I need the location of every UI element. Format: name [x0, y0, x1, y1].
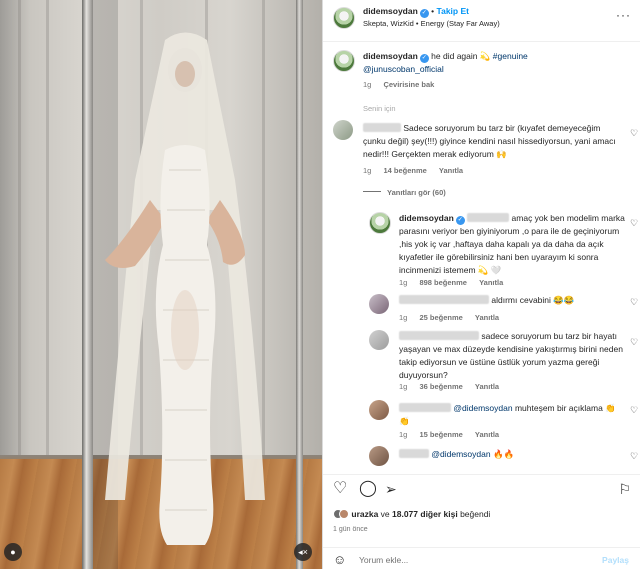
avatar[interactable]	[369, 294, 389, 314]
caption-username[interactable]: didemsoydan	[363, 51, 418, 61]
reply-body: @didemsoydan 🔥🔥	[399, 448, 625, 461]
reply-button[interactable]: Yanıtla	[479, 278, 503, 287]
curtain-fold	[18, 0, 21, 470]
reply-likes[interactable]: 15 beğenme	[419, 430, 462, 439]
more-dots-icon[interactable]: ···	[616, 8, 631, 22]
comment-icon[interactable]: ◯	[359, 481, 377, 497]
blurred-username[interactable]	[399, 449, 429, 458]
post-panel: didemsoydan ✓ • Takip Et Skepta, WizKid •…	[322, 0, 640, 569]
caption: didemsoydan ✓ he did again 💫 #genuine @ju…	[363, 50, 623, 76]
reply-button[interactable]: Yanıtla	[439, 166, 463, 175]
reply-button[interactable]: Yanıtla	[475, 382, 499, 391]
mention-link[interactable]: @junuscoban_official	[363, 64, 444, 74]
reply-body: sadece soruyorum bu tarz bir hayatı yaşa…	[399, 330, 625, 382]
comment-meta: 1g 14 beğenme Yanıtla	[363, 166, 463, 175]
bookmark-icon[interactable]: ⚐	[618, 481, 631, 497]
metal-pole	[82, 0, 93, 569]
add-comment-bar: ☺ Yorum ekle... Paylaş	[323, 547, 640, 569]
post-time[interactable]: 1 gün önce	[333, 526, 368, 533]
reply-meta: 1g 15 beğenme Yanıtla	[399, 430, 499, 439]
emoji-icon[interactable]: ☺	[333, 552, 346, 567]
comment-time[interactable]: 1g	[363, 166, 371, 175]
caption-meta: 1g Çevirisine bak	[363, 80, 434, 89]
section-label: Senin için	[363, 104, 396, 113]
separator-dot: •	[431, 6, 435, 16]
blurred-username[interactable]	[399, 295, 489, 304]
heart-icon[interactable]: ♡	[333, 481, 347, 497]
verified-badge-icon: ✓	[419, 9, 429, 18]
mention-link[interactable]: @didemsoydan	[453, 403, 512, 413]
reply-likes[interactable]: 36 beğenme	[419, 382, 462, 391]
reply-body: @didemsoydan muhteşem bir açıklama 👏👏	[399, 402, 625, 428]
blurred-username[interactable]	[399, 403, 451, 412]
audio-track[interactable]: Skepta, WizKid • Energy (Stay Far Away)	[363, 19, 500, 28]
verified-badge-icon: ✓	[419, 54, 429, 63]
reply-button[interactable]: Yanıtla	[475, 313, 499, 322]
share-icon[interactable]: ➢	[385, 481, 397, 497]
avatar[interactable]	[369, 212, 391, 234]
reply-likes[interactable]: 898 beğenme	[419, 278, 467, 287]
reply-username[interactable]: didemsoydan	[399, 213, 454, 223]
post-media[interactable]: ● ◂×	[0, 0, 322, 569]
avatar[interactable]	[369, 330, 389, 350]
mention-link[interactable]: @didemsoydan	[431, 449, 490, 459]
view-replies-label[interactable]: Yanıtları gör (60)	[387, 188, 446, 197]
avatar[interactable]	[369, 446, 389, 466]
mute-icon[interactable]: ◂×	[294, 543, 312, 561]
author-username[interactable]: didemsoydan	[363, 6, 418, 16]
likes-suffix: beğendi	[457, 509, 491, 519]
likes-summary: urazka ve 18.077 diğer kişi beğendi	[333, 509, 490, 519]
reply-text: aldırmı cevabini 😂😂	[491, 295, 575, 305]
liker-avatar	[339, 509, 349, 519]
model-figure	[105, 32, 265, 545]
heart-icon[interactable]: ♡	[630, 298, 639, 307]
heart-icon[interactable]: ♡	[630, 129, 639, 138]
reply-meta: 1g 898 beğenme Yanıtla	[399, 278, 503, 287]
reply-likes[interactable]: 25 beğenme	[419, 313, 462, 322]
caption-text: he did again 💫	[431, 51, 493, 61]
reply-time[interactable]: 1g	[399, 278, 407, 287]
heart-icon[interactable]: ♡	[630, 219, 639, 228]
metal-pole	[296, 0, 303, 569]
reply-time[interactable]: 1g	[399, 382, 407, 391]
view-replies-toggle[interactable]: Yanıtları gör (60)	[363, 188, 446, 197]
avatar[interactable]	[333, 50, 355, 72]
liker-username[interactable]: urazka	[351, 509, 378, 519]
post-header: didemsoydan ✓ • Takip Et Skepta, WizKid •…	[323, 0, 640, 42]
likes-middle: ve	[378, 509, 393, 519]
reply-time[interactable]: 1g	[399, 430, 407, 439]
comment-likes[interactable]: 14 beğenme	[383, 166, 426, 175]
hashtag-link[interactable]: #genuine	[493, 51, 528, 61]
reply-text: 🔥🔥	[490, 449, 515, 459]
reply-body: aldırmı cevabini 😂😂	[399, 294, 625, 307]
comment-input[interactable]: Yorum ekle...	[359, 555, 408, 565]
heart-icon[interactable]: ♡	[630, 406, 639, 415]
caption-time[interactable]: 1g	[363, 80, 371, 89]
post-actions: ♡ ◯ ➢ ⚐ urazka ve 18.077 diğer kişi beğe…	[323, 474, 640, 569]
comments-section: didemsoydan ✓ he did again 💫 #genuine @ju…	[323, 42, 640, 474]
reply-meta: 1g 36 beğenme Yanıtla	[399, 382, 499, 391]
reply-meta: 1g 25 beğenme Yanıtla	[399, 313, 499, 322]
avatar[interactable]	[333, 120, 353, 140]
likes-count[interactable]: 18.077 diğer kişi	[392, 509, 458, 519]
heart-icon[interactable]: ♡	[630, 338, 639, 347]
verified-badge-icon: ✓	[455, 216, 465, 225]
replies-line	[363, 191, 381, 192]
profile-icon[interactable]: ●	[4, 543, 22, 561]
heart-icon[interactable]: ♡	[630, 452, 639, 461]
follow-button[interactable]: Takip Et	[437, 6, 469, 16]
avatar[interactable]	[369, 400, 389, 420]
blurred-mention[interactable]	[467, 213, 510, 222]
reply-time[interactable]: 1g	[399, 313, 407, 322]
avatar[interactable]	[333, 7, 355, 29]
reply-body: didemsoydan ✓ amaç yok ben modelim marka …	[399, 212, 625, 277]
translate-button[interactable]: Çevirisine bak	[383, 80, 434, 89]
reply-button[interactable]: Yanıtla	[475, 430, 499, 439]
blurred-username[interactable]	[399, 331, 479, 340]
comment-body: Sadece soruyorum bu tarz bir (kıyafet de…	[363, 122, 625, 161]
blurred-username[interactable]	[363, 123, 401, 132]
post-comment-button[interactable]: Paylaş	[602, 555, 629, 565]
curtain-fold	[46, 0, 49, 470]
header-line: didemsoydan ✓ • Takip Et	[363, 6, 469, 18]
